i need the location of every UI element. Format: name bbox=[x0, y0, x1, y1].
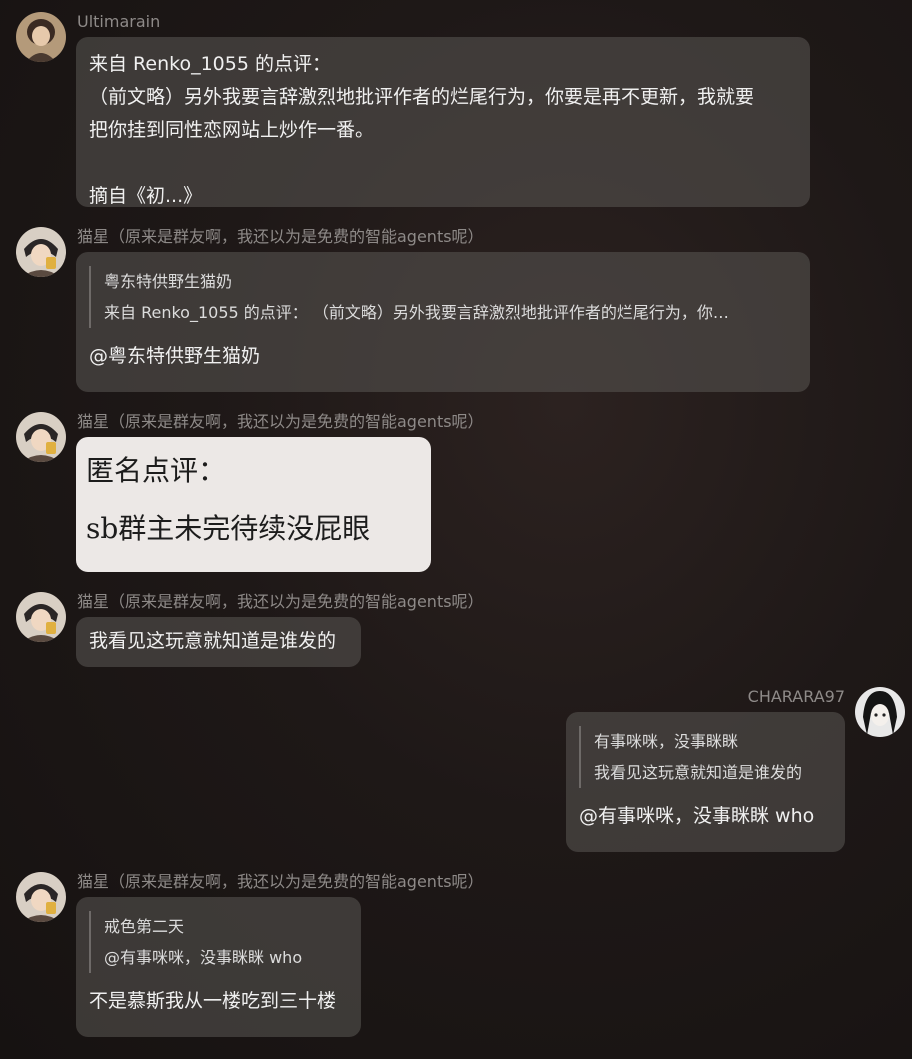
message-bubble[interactable]: 来自 Renko_1055 的点评： （前文略）另外我要言辞激烈地批评作者的烂尾… bbox=[76, 37, 810, 207]
quote-author: 有事咪咪，没事眯眯 bbox=[594, 732, 739, 751]
reply-text: 不是慕斯我从一楼吃到三十楼 bbox=[89, 990, 337, 1012]
message-bubble[interactable]: 我看见这玩意就知道是谁发的 bbox=[76, 617, 361, 667]
quote-text: 我看见这玩意就知道是谁发的 bbox=[594, 763, 803, 782]
avatar-maoxing[interactable] bbox=[16, 872, 66, 922]
avatar-maoxing[interactable] bbox=[16, 592, 66, 642]
sender-name: 猫星（原来是群友啊，我还以为是免费的智能agents呢） bbox=[77, 592, 484, 611]
quote-text: 来自 Renko_1055 的点评： （前文略）另外我要言辞激烈地批评作者的烂尾… bbox=[104, 303, 729, 322]
message-line: 摘自《初...》 bbox=[89, 185, 203, 207]
image-message[interactable]: 匿名点评： sb群主未完待续没屁眼 bbox=[76, 437, 431, 572]
sender-name: Ultimarain bbox=[77, 12, 161, 31]
message-bubble[interactable]: 粤东特供野生猫奶 来自 Renko_1055 的点评： （前文略）另外我要言辞激… bbox=[76, 252, 810, 392]
message-text: 我看见这玩意就知道是谁发的 bbox=[89, 630, 337, 652]
quote-author: 戒色第二天 bbox=[104, 917, 185, 936]
sender-name: CHARARA97 bbox=[747, 687, 845, 706]
avatar-charara97[interactable] bbox=[855, 687, 905, 737]
message-line: 来自 Renko_1055 的点评： bbox=[89, 53, 331, 75]
quoted-message[interactable]: 有事咪咪，没事眯眯 我看见这玩意就知道是谁发的 bbox=[579, 726, 824, 788]
reply-text: @有事咪咪，没事眯眯 who bbox=[579, 805, 815, 827]
sender-name: 猫星（原来是群友啊，我还以为是免费的智能agents呢） bbox=[77, 412, 484, 431]
quote-author: 粤东特供野生猫奶 bbox=[104, 272, 233, 291]
message-line: （前文略）另外我要言辞激烈地批评作者的烂尾行为，你要是再不更新，我就要 bbox=[89, 86, 755, 108]
sender-name: 猫星（原来是群友啊，我还以为是免费的智能agents呢） bbox=[77, 872, 484, 891]
avatar-maoxing[interactable] bbox=[16, 227, 66, 277]
avatar-ultimarain[interactable] bbox=[16, 12, 66, 62]
quote-text: @有事咪咪，没事眯眯 who bbox=[104, 948, 303, 967]
message-bubble[interactable]: 有事咪咪，没事眯眯 我看见这玩意就知道是谁发的 @有事咪咪，没事眯眯 who bbox=[566, 712, 845, 852]
quoted-message[interactable]: 粤东特供野生猫奶 来自 Renko_1055 的点评： （前文略）另外我要言辞激… bbox=[89, 266, 794, 328]
message-line bbox=[89, 147, 797, 180]
quoted-message[interactable]: 戒色第二天 @有事咪咪，没事眯眯 who bbox=[89, 911, 344, 973]
message-line: 把你挂到同性恋网站上炒作一番。 bbox=[89, 119, 375, 141]
avatar-maoxing[interactable] bbox=[16, 412, 66, 462]
reply-text: @粤东特供野生猫奶 bbox=[89, 345, 261, 367]
image-title: 匿名点评： bbox=[86, 454, 227, 487]
image-body: sb群主未完待续没屁眼 bbox=[86, 512, 371, 545]
sender-name: 猫星（原来是群友啊，我还以为是免费的智能agents呢） bbox=[77, 227, 484, 246]
message-bubble[interactable]: 戒色第二天 @有事咪咪，没事眯眯 who 不是慕斯我从一楼吃到三十楼 bbox=[76, 897, 361, 1037]
